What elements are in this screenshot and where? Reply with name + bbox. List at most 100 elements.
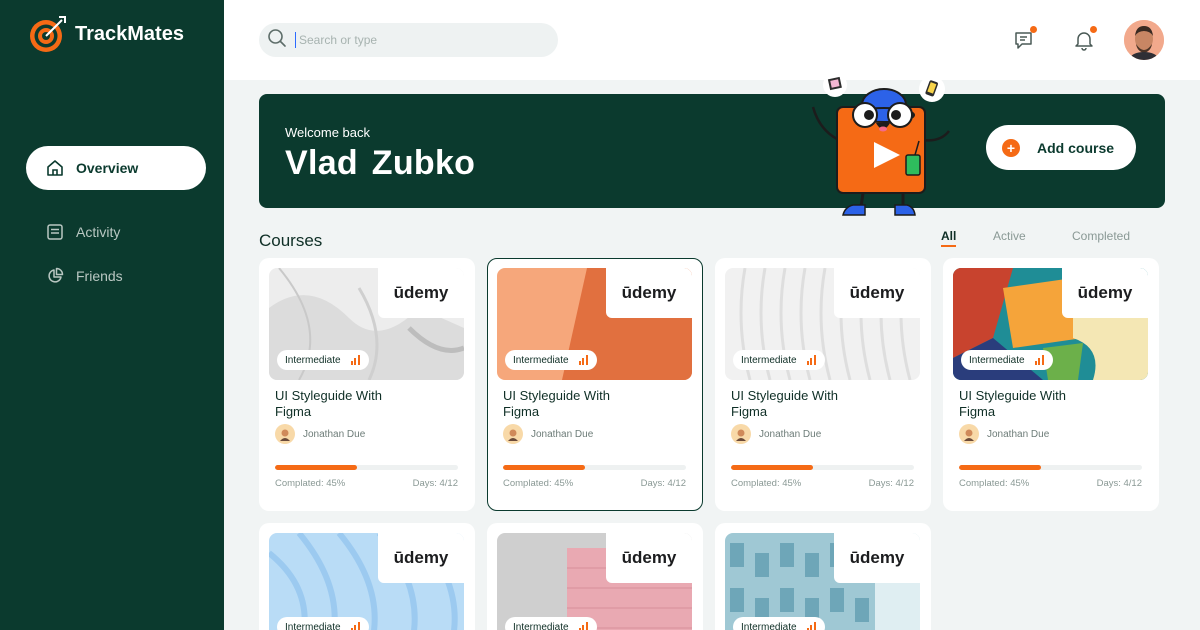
course-meta: Complated: 45% Days: 4/12 [275,478,458,489]
progress-bar [275,465,458,470]
progress-bar [731,465,914,470]
sidebar-item-label: Friends [76,268,123,284]
udemy-logo: ūdemy [1062,268,1148,318]
sidebar-item-label: Activity [76,224,121,240]
course-card[interactable]: ūdemy Intermediate UI Styleguide With Fi… [715,258,931,511]
notification-dot [1030,26,1037,33]
level-text: Intermediate [969,354,1025,366]
avatar[interactable] [1124,20,1164,60]
days-label: Days: 4/12 [412,478,458,489]
course-thumbnail: ūdemy Intermediate [269,268,464,380]
progress-bar [503,465,686,470]
progress-label: Complated: 45% [731,478,802,489]
level-bars-icon [578,355,590,365]
course-card[interactable]: ūdemy Intermediate [715,523,931,630]
friends-icon [46,267,64,285]
activity-icon [46,223,64,241]
author-name: Jonathan Due [303,428,366,440]
level-badge: Intermediate [505,617,598,630]
course-card[interactable]: ūdemy Intermediate [259,523,475,630]
course-title[interactable]: UI Styleguide With Figma [959,388,1099,420]
course-author: Jonathan Due [503,424,593,444]
sidebar-item-activity[interactable]: Activity [26,210,206,254]
progress-label: Complated: 45% [503,478,574,489]
messages-button[interactable] [1012,26,1037,52]
author-avatar [959,424,979,444]
course-author: Jonathan Due [275,424,365,444]
level-badge: Intermediate [733,617,826,630]
welcome-text: Welcome back [285,125,371,140]
tab-completed[interactable]: Completed [1072,229,1130,243]
course-title[interactable]: UI Styleguide With Figma [275,388,415,420]
search-icon [267,28,287,53]
level-text: Intermediate [741,621,797,630]
udemy-logo: ūdemy [834,268,920,318]
author-name: Jonathan Due [987,428,1050,440]
level-badge: Intermediate [277,350,370,370]
course-card[interactable]: ūdemy Intermediate [487,523,703,630]
sidebar-item-friends[interactable]: Friends [26,254,206,298]
bell-icon [1072,32,1096,56]
progress-fill [503,465,586,470]
course-filter-tabs: All Active Completed [940,229,1140,249]
home-icon [46,159,64,177]
course-meta: Complated: 45% Days: 4/12 [503,478,686,489]
progress-fill [275,465,358,470]
level-badge: Intermediate [733,350,826,370]
level-bars-icon [1034,355,1046,365]
sidebar-item-overview[interactable]: Overview [26,146,206,190]
udemy-logo: ūdemy [606,533,692,583]
mascot-illustration [777,69,959,219]
level-bars-icon [806,622,818,630]
course-title[interactable]: UI Styleguide With Figma [731,388,871,420]
add-course-label: Add course [1037,139,1115,156]
course-meta: Complated: 45% Days: 4/12 [959,478,1142,489]
sidebar: TrackMates Overview Activity Friends [0,0,224,630]
course-author: Jonathan Due [959,424,1049,444]
level-badge: Intermediate [277,617,370,630]
tab-active[interactable]: Active [993,229,1026,243]
notification-dot [1090,26,1097,33]
course-card[interactable]: ūdemy Intermediate UI Styleguide With Fi… [487,258,703,511]
days-label: Days: 4/12 [1096,478,1142,489]
days-label: Days: 4/12 [868,478,914,489]
level-text: Intermediate [741,354,797,366]
progress-bar [959,465,1142,470]
course-thumbnail: ūdemy Intermediate [269,533,464,630]
level-badge: Intermediate [961,350,1054,370]
level-bars-icon [806,355,818,365]
udemy-logo: ūdemy [606,268,692,318]
progress-fill [959,465,1042,470]
course-card[interactable]: ūdemy Intermediate UI Styleguide With Fi… [943,258,1159,511]
level-text: Intermediate [285,621,341,630]
level-badge: Intermediate [505,350,598,370]
sidebar-item-label: Overview [76,160,139,176]
search-input[interactable] [295,32,535,48]
level-bars-icon [350,355,362,365]
author-name: Jonathan Due [759,428,822,440]
course-thumbnail: ūdemy Intermediate [497,268,692,380]
course-title[interactable]: UI Styleguide With Figma [503,388,643,420]
level-text: Intermediate [285,354,341,366]
sidebar-nav: Overview Activity Friends [26,146,206,298]
author-avatar [503,424,523,444]
target-icon [28,14,68,54]
udemy-logo: ūdemy [378,268,464,318]
search-bar[interactable] [259,23,558,57]
notifications-button[interactable] [1072,26,1097,52]
app-logo[interactable]: TrackMates [28,14,184,54]
messages-icon [1012,32,1036,56]
level-bars-icon [350,622,362,630]
welcome-banner: Welcome back Vlad Zubko + Add course [259,73,1165,216]
course-thumbnail: ūdemy Intermediate [725,268,920,380]
tab-all[interactable]: All [941,229,957,247]
udemy-logo: ūdemy [834,533,920,583]
course-author: Jonathan Due [731,424,821,444]
author-avatar [731,424,751,444]
progress-fill [731,465,814,470]
level-bars-icon [578,622,590,630]
course-meta: Complated: 45% Days: 4/12 [731,478,914,489]
course-card[interactable]: ūdemy Intermediate UI Styleguide With Fi… [259,258,475,511]
level-text: Intermediate [513,354,569,366]
add-course-button[interactable]: + Add course [986,125,1136,170]
